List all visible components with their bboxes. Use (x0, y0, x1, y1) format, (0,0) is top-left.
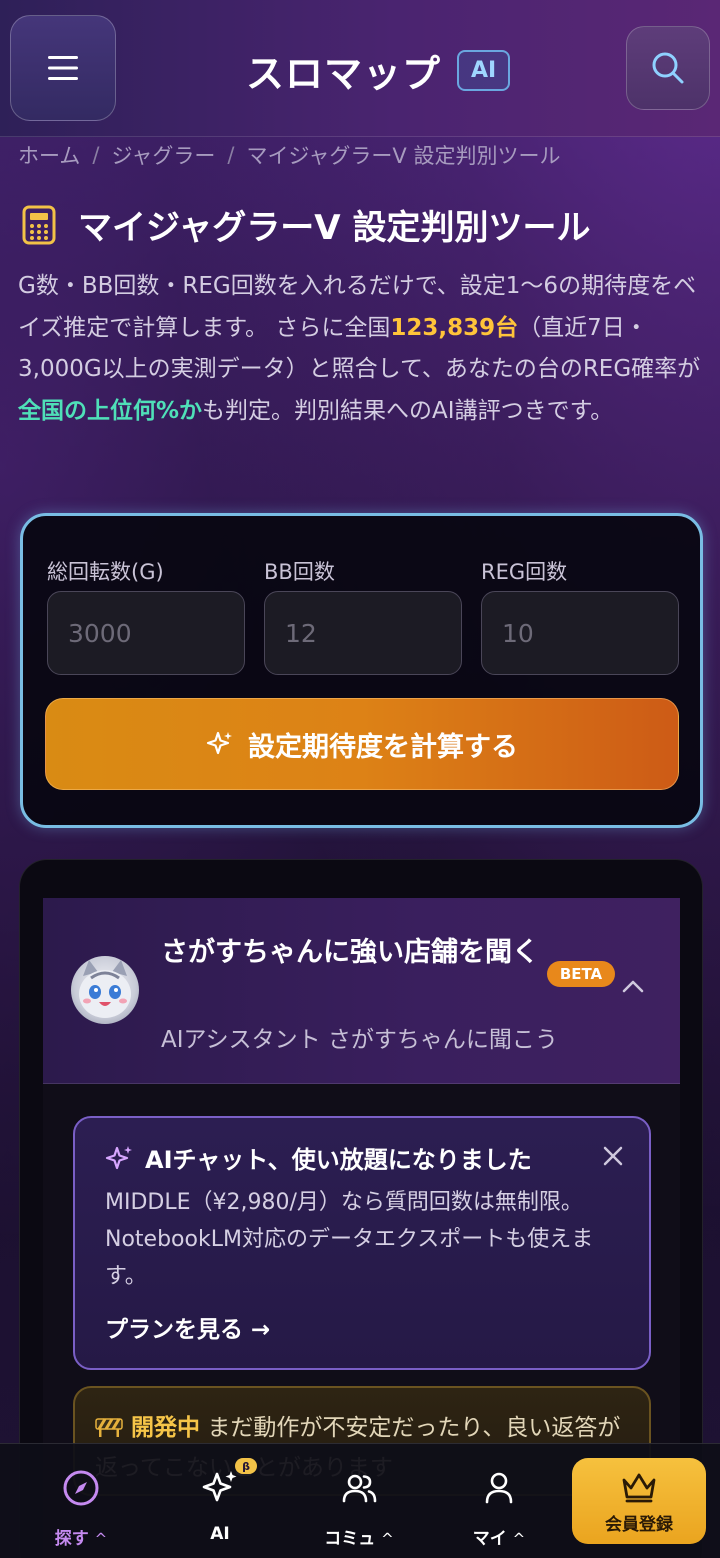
page-title-row: マイジャグラーV 設定判別ツール (22, 200, 590, 249)
bb-count-label: BB回数 (264, 560, 335, 584)
breadcrumb-separator: / (92, 143, 100, 167)
assistant-header[interactable]: さがすちゃんに強い店舗を聞く BETA AIアシスタント さがすちゃんに聞こう (43, 898, 680, 1084)
register-button[interactable]: 会員登録 (572, 1458, 706, 1544)
warning-label: 開発中 (131, 1415, 200, 1441)
page-description: G数・BB回数・REG回数を入れるだけで、設定1〜6の期待度をベイズ推定で計算し… (18, 266, 708, 432)
machine-count: 123,839台 (390, 314, 519, 341)
nav-search[interactable]: 探す ^ (26, 1458, 136, 1549)
promo-title: AIチャット、使い放題になりました (145, 1146, 532, 1174)
breadcrumb-separator: / (227, 143, 235, 167)
breadcrumb: ホーム / ジャグラー / マイジャグラーV 設定判別ツール (18, 140, 560, 170)
user-icon (485, 1472, 513, 1504)
total-spins-input[interactable]: 3000 (47, 591, 245, 675)
ai-badge: AI (457, 49, 511, 91)
promo-banner: AIチャット、使い放題になりました MIDDLE（¥2,980/月）なら質問回数… (73, 1116, 651, 1370)
ai-beta-badge: β (235, 1458, 257, 1474)
calculate-button[interactable]: 設定期待度を計算する (45, 698, 679, 790)
beta-badge: BETA (547, 961, 615, 987)
breadcrumb-juggler[interactable]: ジャグラー (111, 140, 215, 170)
nav-community[interactable]: コミュ ^ (304, 1458, 414, 1549)
nav-label-community: コミュ ^ (324, 1529, 394, 1549)
sparkle-icon (202, 1471, 237, 1502)
assistant-title: さがすちゃんに強い店舗を聞く (161, 937, 539, 968)
nav-label-mypage: マイ ^ (472, 1529, 526, 1549)
view-plans-link[interactable]: プランを見る → (105, 1310, 270, 1344)
close-icon[interactable] (599, 1142, 627, 1170)
menu-button[interactable] (10, 15, 116, 121)
search-icon (652, 52, 684, 84)
users-icon (342, 1474, 377, 1503)
bb-count-input[interactable]: 12 (264, 591, 462, 675)
sparkle-icon (206, 731, 232, 755)
sagasu-chan-avatar (71, 956, 139, 1024)
register-label: 会員登録 (605, 1515, 673, 1535)
crown-icon (622, 1473, 656, 1503)
compass-icon (63, 1470, 99, 1506)
nav-label-search: 探す ^ (54, 1529, 108, 1549)
nav-ai[interactable]: AI (165, 1458, 275, 1548)
reg-count-input[interactable]: 10 (481, 591, 679, 675)
sparkle-icon (105, 1146, 132, 1170)
assistant-subtitle: AIアシスタント さがすちゃんに聞こう (161, 1027, 558, 1053)
total-spins-label: 総回転数(G) (47, 560, 164, 584)
rank-highlight: 全国の上位何%か (18, 397, 203, 424)
breadcrumb-home[interactable]: ホーム (18, 140, 80, 170)
calculator-icon (22, 205, 56, 244)
hamburger-icon (48, 56, 78, 80)
chevron-up-icon[interactable] (621, 978, 645, 994)
breadcrumb-current: マイジャグラーV 設定判別ツール (246, 144, 561, 168)
calculate-button-label: 設定期待度を計算する (248, 731, 518, 763)
calculator-card: 総回転数(G) 3000 BB回数 12 REG回数 10 設定期待度を計算する (20, 513, 703, 828)
promo-text: MIDDLE（¥2,980/月）なら質問回数は無制限。NotebookLM対応の… (105, 1190, 594, 1289)
page-title: マイジャグラーV 設定判別ツール (78, 208, 591, 248)
app-title: スロマップ (246, 51, 442, 96)
construction-icon (95, 1418, 123, 1437)
search-button[interactable] (626, 26, 710, 110)
nav-label-ai: AI (210, 1524, 230, 1544)
brand[interactable]: スロマップ AI (246, 44, 511, 96)
description-text: も判定。判別結果へのAI講評つきです。 (202, 397, 614, 424)
reg-count-label: REG回数 (481, 560, 568, 584)
app-header: スロマップ AI (0, 0, 720, 137)
nav-mypage[interactable]: マイ ^ (444, 1458, 554, 1549)
